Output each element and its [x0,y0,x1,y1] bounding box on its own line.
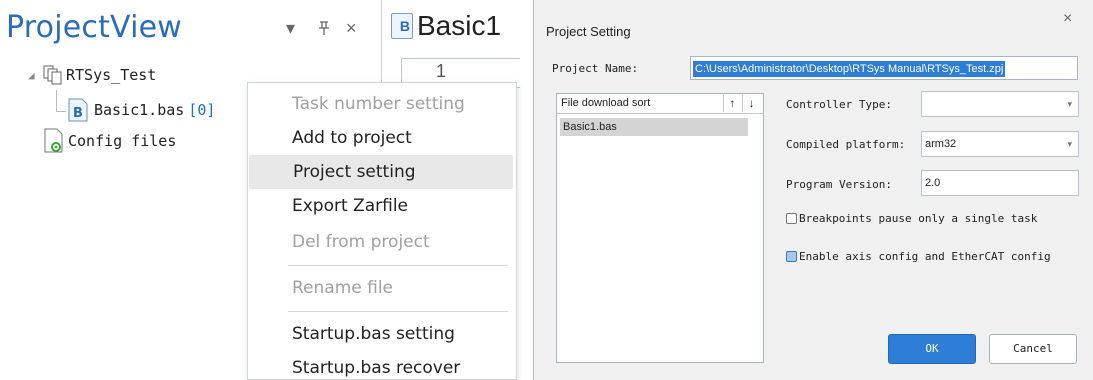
tree-item-basic1[interactable]: B Basic1.bas [0] [68,98,215,122]
svg-text:B: B [73,106,83,121]
move-down-button[interactable]: ↓ [742,95,760,112]
pin-icon[interactable] [318,20,330,41]
project-setting-dialog: Project Setting × Project Name: C:\Users… [533,0,1093,380]
tree-item-label: RTSys_Test [66,66,157,84]
move-up-button[interactable]: ↑ [723,95,741,112]
project-view-title: ProjectView [6,10,183,45]
compiled-platform-label: Compiled platform: [786,138,906,151]
program-version-label: Program Version: [786,178,892,191]
menu-separator [288,311,508,312]
close-icon[interactable]: × [346,18,357,39]
compiled-platform-value: arm32 [925,138,957,150]
dialog-title: Project Setting [546,24,631,39]
project-name-value: C:\Users\Administrator\Desktop\RTSys Man… [693,61,1006,77]
axis-config-checkbox-row[interactable]: Enable axis config and EtherCAT config [786,250,1051,263]
menu-item-startup-setting[interactable]: Startup.bas setting [248,317,516,351]
menu-item-startup-recover[interactable]: Startup.bas recover [248,351,516,380]
breakpoints-checkbox-label: Breakpoints pause only a single task [799,212,1038,225]
tree-item-config-files[interactable]: Config files [44,128,176,154]
tree-item-project[interactable]: ◢ RTSys_Test [28,64,156,86]
chevron-down-icon: ▾ [1067,139,1072,149]
tab-label: Basic1 [417,10,502,41]
project-name-label: Project Name: [552,62,639,75]
breakpoints-checkbox[interactable] [786,213,797,224]
project-name-field[interactable]: C:\Users\Administrator\Desktop\RTSys Man… [690,56,1078,80]
basic-file-icon: B [68,98,88,122]
task-count: [0] [188,101,216,119]
menu-item-del-from-project[interactable]: Del from project [248,225,516,259]
list-item[interactable]: Basic1.bas [560,118,748,136]
chevron-down-icon: ▾ [1067,99,1072,109]
close-icon[interactable]: × [1063,10,1072,28]
tree-item-label: Basic1.bas [94,101,185,119]
controller-type-label: Controller Type: [786,98,892,111]
axis-config-checkbox[interactable] [786,251,797,262]
tab-basic1[interactable]: B Basic1 [391,10,501,42]
program-version-input[interactable]: 2.0 [921,170,1079,196]
menu-item-task-number-setting[interactable]: Task number setting [248,87,516,121]
axis-config-checkbox-label: Enable axis config and EtherCAT config [799,250,1051,263]
menu-separator [288,265,508,266]
project-icon [42,64,64,86]
controller-type-select[interactable]: ▾ [921,91,1079,117]
project-view-panel: ProjectView ▾ × ◢ RTSys_Test B Basic1.ba… [0,0,520,380]
collapse-arrow-icon[interactable]: ◢ [28,69,42,82]
project-view-header: ProjectView ▾ × [0,0,380,60]
compiled-platform-select[interactable]: arm32 ▾ [921,131,1079,157]
ok-button[interactable]: OK [888,334,976,364]
program-version-value: 2.0 [925,177,941,189]
context-menu: Task number setting Add to project Proje… [247,82,517,380]
menu-item-rename-file[interactable]: Rename file [248,271,516,305]
tree-item-label: Config files [68,132,177,150]
tree-guide-line [56,90,66,112]
basic-tab-icon: B [391,13,413,39]
cancel-button[interactable]: Cancel [989,334,1077,364]
menu-item-export-zarfile[interactable]: Export Zarfile [248,189,516,223]
list-header-label: File download sort [561,97,651,109]
menu-item-add-to-project[interactable]: Add to project [248,121,516,155]
breakpoints-checkbox-row[interactable]: Breakpoints pause only a single task [786,212,1037,225]
config-file-icon [44,128,66,154]
dropdown-icon[interactable]: ▾ [286,18,295,39]
list-header: File download sort ↑ ↓ [557,94,763,114]
menu-item-project-setting[interactable]: Project setting [249,155,513,189]
file-download-sort-list[interactable]: File download sort ↑ ↓ Basic1.bas [556,93,764,363]
